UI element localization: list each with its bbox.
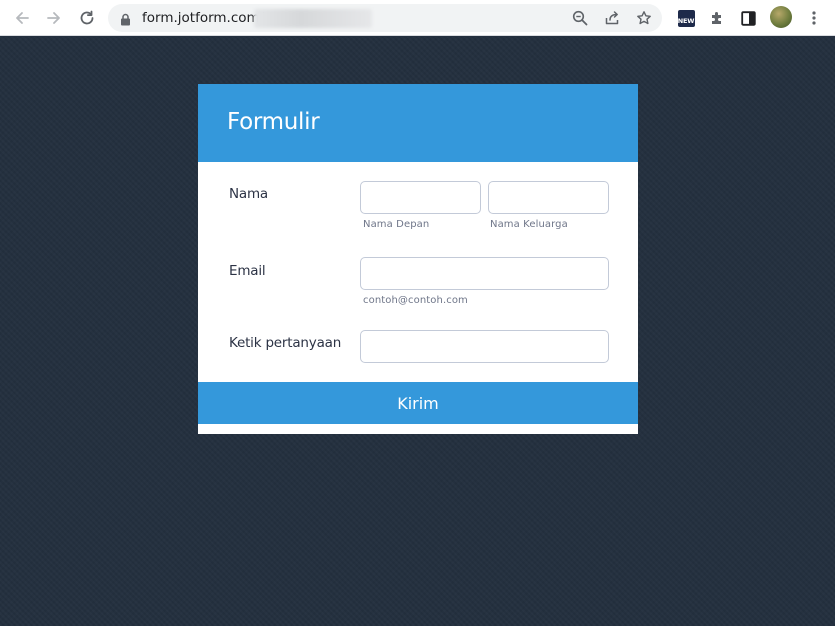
forward-arrow-icon[interactable]	[42, 6, 66, 30]
name-label: Nama	[229, 186, 268, 202]
back-arrow-icon[interactable]	[10, 6, 34, 30]
address-bar[interactable]: form.jotform.com/	[108, 4, 662, 32]
email-field[interactable]	[360, 257, 609, 290]
email-label: Email	[229, 263, 266, 279]
redacted-url-segment	[254, 9, 372, 28]
email-sublabel: contoh@contoh.com	[363, 295, 468, 306]
first-name-input[interactable]	[360, 181, 481, 214]
zoom-icon[interactable]	[571, 9, 589, 27]
form-header: Formulir	[198, 84, 638, 162]
browser-toolbar: form.jotform.com/ NEW	[0, 0, 835, 36]
side-panel-icon[interactable]	[737, 7, 759, 29]
question-input[interactable]	[360, 330, 609, 363]
star-icon[interactable]	[635, 9, 653, 27]
form-title: Formulir	[227, 109, 320, 135]
puzzle-icon[interactable]	[706, 7, 728, 29]
menu-dots-icon[interactable]	[803, 7, 825, 29]
submit-button[interactable]: Kirim	[198, 382, 638, 424]
lock-icon[interactable]	[120, 11, 131, 30]
url-text: form.jotform.com/	[142, 10, 265, 26]
form-card: Formulir Nama Nama Depan Nama Keluarga E…	[198, 84, 638, 434]
avatar[interactable]	[770, 6, 792, 28]
last-name-input[interactable]	[488, 181, 609, 214]
reload-icon[interactable]	[75, 6, 99, 30]
share-icon[interactable]	[603, 9, 621, 27]
last-name-sublabel: Nama Keluarga	[490, 219, 568, 230]
new-badge-icon[interactable]: NEW	[675, 7, 697, 29]
first-name-sublabel: Nama Depan	[363, 219, 430, 230]
question-label: Ketik pertanyaan	[229, 335, 342, 351]
